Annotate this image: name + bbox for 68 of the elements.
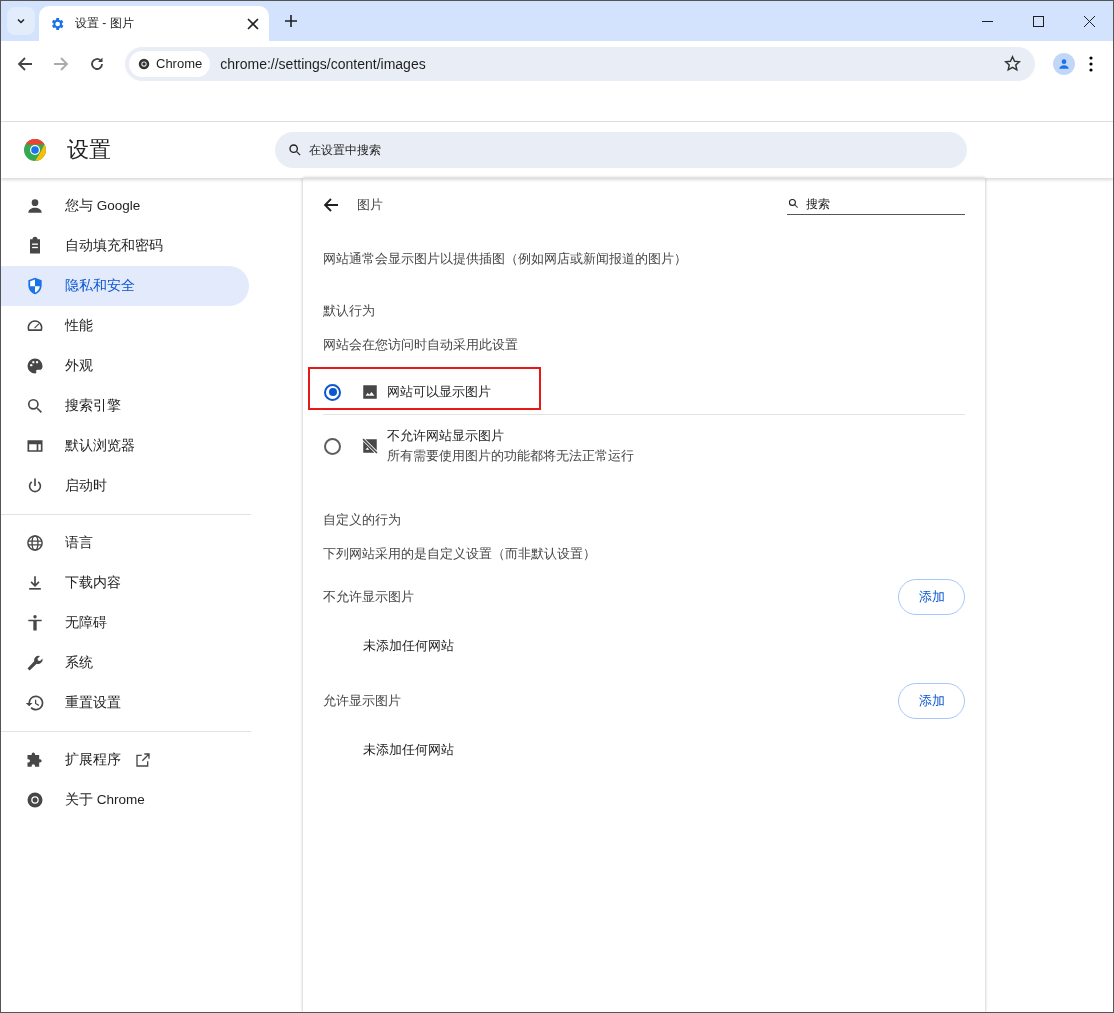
palette-icon (25, 356, 45, 376)
option-label: 不允许网站显示图片 (387, 427, 505, 445)
reload-icon[interactable] (89, 55, 105, 72)
profile-avatar[interactable] (1053, 52, 1075, 75)
address-bar[interactable]: Chrome chrome://settings/content/images (125, 46, 1035, 81)
settings-title: 设置 (67, 136, 112, 164)
image-crossed-icon (361, 437, 379, 455)
sidebar-item[interactable]: 性能 (1, 306, 249, 346)
option-description: 所有需要使用图片的功能都将无法正常运行 (387, 447, 634, 465)
url-text: chrome://settings/content/images (220, 55, 427, 72)
tab-title: 设置 - 图片 (75, 15, 135, 32)
search-icon (25, 396, 45, 416)
search-icon (287, 142, 303, 158)
globe-icon (25, 533, 45, 553)
sidebar-item[interactable]: 无障碍 (1, 603, 249, 643)
sidebar-item[interactable]: 重置设置 (1, 683, 249, 723)
sidebar-item[interactable]: 搜索引擎 (1, 386, 249, 426)
chrome-icon (25, 790, 45, 810)
wrench-icon (25, 653, 45, 673)
list-title: 允许显示图片 (323, 692, 401, 710)
sidebar-item[interactable]: 语言 (1, 523, 249, 563)
person-icon (25, 196, 45, 216)
image-icon (361, 383, 379, 401)
external-link-icon (135, 752, 151, 768)
radio-button[interactable] (324, 437, 341, 455)
shield-icon (25, 276, 45, 296)
search-field[interactable]: 在设置中搜索 (275, 132, 967, 168)
section-heading: 自定义的行为 (323, 511, 402, 529)
puzzle-icon (25, 750, 45, 770)
page-title: 图片 (357, 196, 384, 214)
empty-list-text: 未添加任何网站 (363, 741, 455, 759)
star-icon[interactable] (1004, 55, 1021, 72)
section-subtitle: 网站会在您访问时自动采用此设置 (323, 336, 519, 354)
sidebar-item[interactable]: 下载内容 (1, 563, 249, 603)
more-vertical-icon[interactable] (1089, 55, 1093, 72)
sidebar-item[interactable]: 自动填充和密码 (1, 226, 249, 266)
add-button[interactable]: 添加 (898, 579, 965, 615)
sidebar-item[interactable]: 扩展程序 (1, 740, 249, 780)
empty-list-text: 未添加任何网站 (363, 637, 455, 655)
sidebar-item[interactable]: 外观 (1, 346, 249, 386)
sidebar-item[interactable]: 关于 Chrome (1, 780, 249, 820)
plus-icon[interactable] (285, 15, 297, 27)
add-button[interactable]: 添加 (898, 683, 965, 719)
section-subtitle: 下列网站采用的是自定义设置（而非默认设置） (323, 545, 597, 563)
radio-button[interactable] (324, 383, 341, 401)
history-icon (25, 693, 45, 713)
chrome-logo-icon (23, 138, 47, 162)
option-label: 网站可以显示图片 (387, 383, 491, 401)
gear-icon (49, 15, 65, 32)
section-heading: 默认行为 (323, 302, 376, 320)
maximize-icon[interactable] (1033, 16, 1044, 27)
search-field[interactable]: 搜索 (804, 195, 965, 212)
sidebar-item[interactable]: 启动时 (1, 466, 249, 506)
back-arrow-icon[interactable] (323, 197, 339, 213)
sidebar-item[interactable]: 系统 (1, 643, 249, 683)
close-icon[interactable] (247, 17, 259, 30)
back-arrow-icon[interactable] (17, 55, 33, 72)
sidebar-item[interactable]: 您与 Google (1, 186, 249, 226)
site-chip[interactable]: Chrome (129, 50, 211, 77)
chrome-logo-icon (137, 56, 151, 71)
sidebar-item[interactable]: 隐私和安全 (1, 266, 249, 306)
list-title: 不允许显示图片 (323, 588, 414, 606)
browser-tab[interactable]: 设置 - 图片 (39, 6, 269, 41)
close-icon[interactable] (1084, 16, 1095, 27)
search-icon (787, 197, 800, 210)
sidebar-item[interactable]: 默认浏览器 (1, 426, 249, 466)
description-text: 网站通常会显示图片以提供插图（例如网店或新闻报道的图片） (323, 250, 688, 268)
accessibility-icon (25, 613, 45, 633)
